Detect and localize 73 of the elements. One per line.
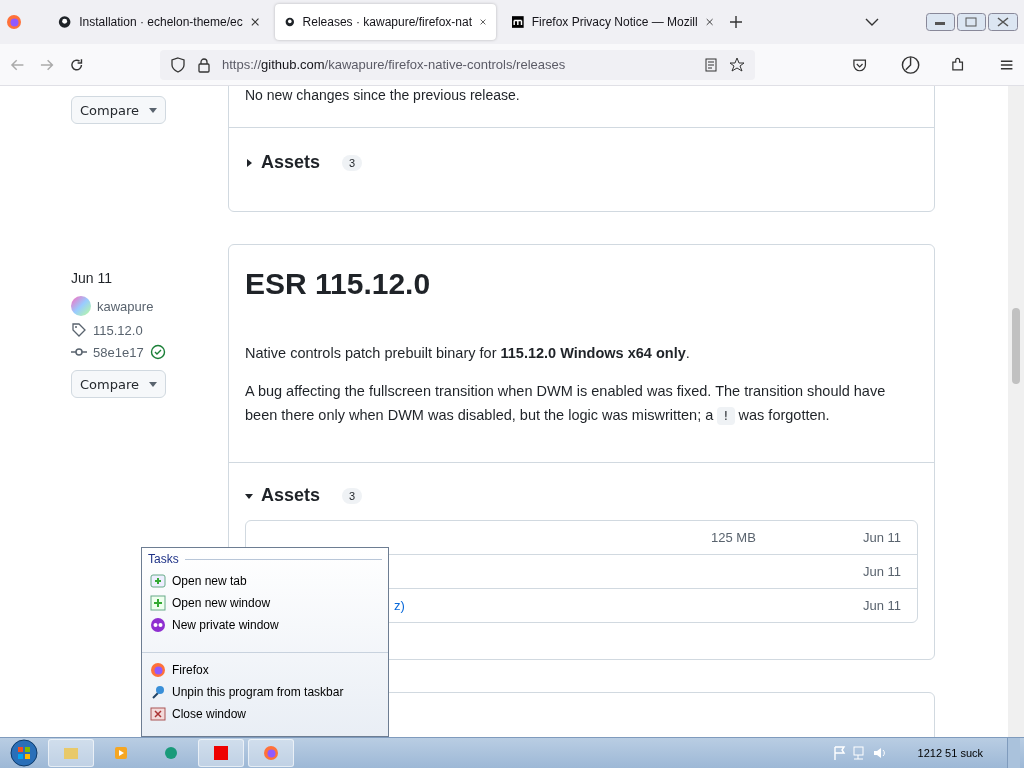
close-icon (705, 17, 713, 27)
compare-button[interactable]: Compare (71, 370, 166, 398)
asset-date: Jun 11 (861, 598, 901, 613)
tab-title: Releases · kawapure/firefox-nat (302, 15, 472, 29)
assets-toggle[interactable]: Assets 3 (245, 485, 363, 506)
release-date: Jun 11 (71, 270, 113, 286)
show-desktop-button[interactable] (1007, 738, 1020, 768)
reload-icon (68, 56, 84, 73)
taskbar-button[interactable] (248, 739, 294, 767)
close-window-icon (150, 706, 166, 722)
url-text: https://github.com/kawapure/firefox-native-controls/releases (222, 57, 567, 72)
window-controls[interactable] (926, 13, 1018, 31)
square-icon (213, 745, 229, 761)
release-title: ESR 115.12.0 (245, 267, 432, 301)
assets-toggle[interactable]: Assets 3 (245, 152, 363, 173)
caret-down-icon (149, 107, 157, 113)
jump-list-item[interactable]: Open new window (148, 592, 382, 614)
browser-tab[interactable]: Firefox Privacy Notice — Mozill (502, 4, 723, 40)
jump-list-item[interactable]: Open new tab (148, 570, 382, 592)
chevron-down-icon (865, 17, 879, 27)
star-icon (728, 56, 745, 73)
jump-list-item[interactable]: New private window (148, 614, 382, 636)
asset-date: Jun 11 (861, 530, 901, 545)
assets-count: 3 (342, 154, 363, 171)
tab-title: Installation · echelon-theme/ec (79, 15, 243, 29)
author-link[interactable]: kawapure (97, 298, 154, 314)
jump-list-item[interactable]: Close window (148, 703, 382, 725)
lock-icon (196, 56, 212, 73)
assets-heading: Assets (261, 485, 321, 506)
jump-list-item[interactable]: Firefox (148, 659, 382, 681)
close-icon (480, 17, 486, 27)
address-bar[interactable]: https://github.com/kawapure/firefox-native-controls/releases (160, 49, 755, 80)
puzzle-icon (949, 56, 965, 73)
release-description: A bug affecting the fullscreen transition when DWM is enabled was fixed. The transition should have been there only when DWM was disabled, but the logic was miswritten; a ! was forgotten. (245, 382, 887, 427)
avatar (71, 296, 91, 316)
release-notes: No new changes since the previous release. (245, 87, 521, 103)
firefox-icon (263, 745, 279, 761)
browser-tab[interactable]: Installation · echelon-theme/ec (48, 4, 269, 40)
folder-icon (63, 745, 79, 761)
tab-title: Firefox Privacy Notice — Mozill (531, 15, 698, 29)
media-player-icon (113, 745, 129, 761)
taskbar-button[interactable] (198, 739, 244, 767)
tag-icon (71, 322, 87, 338)
caret-down-icon (149, 381, 157, 387)
jump-list-item[interactable]: Unpin this program from taskbar (148, 681, 382, 703)
new-tab-icon (150, 573, 166, 589)
asset-size: 125 MB (711, 530, 756, 545)
close-icon (250, 17, 259, 27)
caret-right-icon (245, 158, 253, 167)
plus-icon (729, 15, 743, 29)
compare-button[interactable]: Compare (71, 96, 166, 124)
release-description: Native controls patch prebuilt binary for 115.12.0 Windows x64 only. (245, 344, 691, 363)
caret-down-icon (245, 491, 253, 500)
mozilla-icon (512, 14, 524, 30)
jump-list-heading: Tasks (148, 552, 179, 566)
shield-icon (170, 56, 186, 73)
github-icon (58, 14, 72, 30)
flag-icon (831, 745, 848, 761)
asset-date: Jun 11 (861, 564, 901, 579)
assets-count: 3 (342, 487, 363, 504)
firefox-icon (150, 662, 166, 678)
assets-heading: Assets (261, 152, 321, 173)
new-window-icon (150, 595, 166, 611)
speaker-icon (871, 745, 888, 761)
mask-icon (150, 617, 166, 633)
commit-link[interactable]: 58e1e17 (93, 344, 144, 360)
reader-view-icon (702, 56, 719, 73)
asset-link[interactable]: z) (394, 598, 405, 613)
browser-tab[interactable]: Releases · kawapure/firefox-nat (275, 4, 496, 40)
tag-link[interactable]: 115.12.0 (93, 322, 143, 338)
scrollbar[interactable] (1008, 86, 1024, 737)
firefox-menu-icon (6, 14, 22, 30)
clock[interactable]: 1212 51 suck (917, 747, 983, 759)
